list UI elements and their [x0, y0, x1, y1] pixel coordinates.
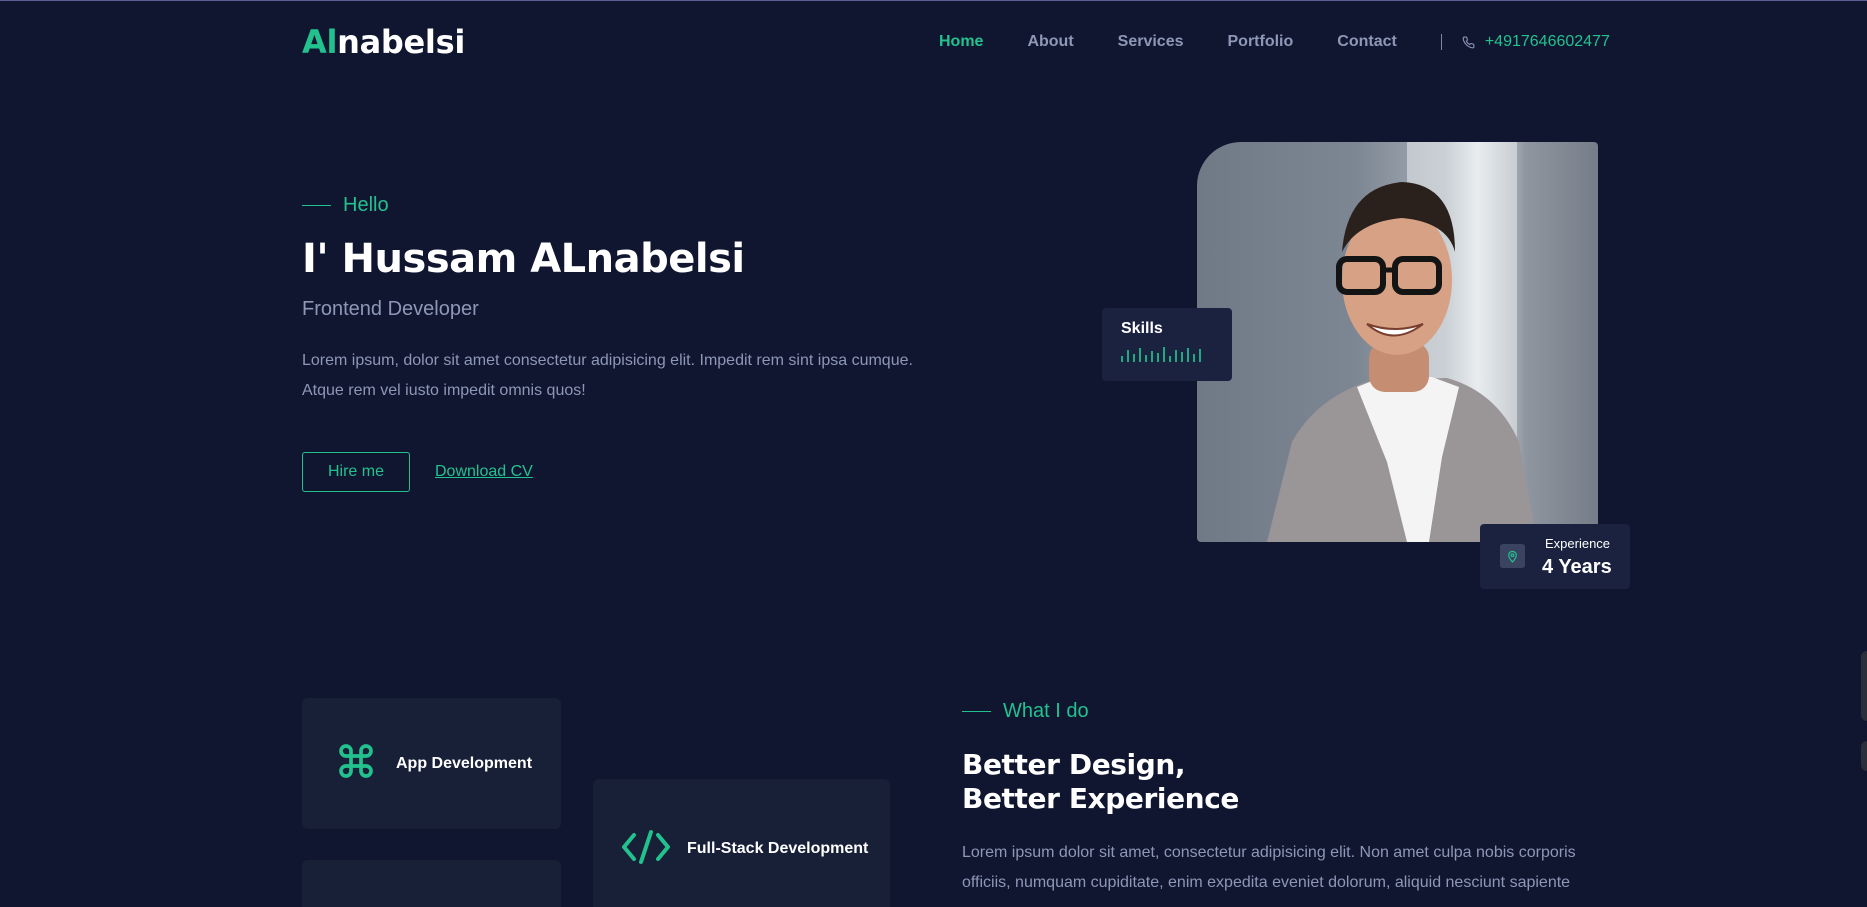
services-eyebrow-text: What I do	[1003, 700, 1089, 722]
nav-contact[interactable]: Contact	[1337, 33, 1397, 51]
logo-accent: Al	[302, 23, 338, 61]
hire-me-button[interactable]: Hire me	[302, 452, 410, 492]
nav-services[interactable]: Services	[1118, 33, 1184, 51]
services-title-line1: Better Design,	[962, 748, 1186, 781]
phone-icon	[1462, 36, 1475, 48]
eyebrow-line	[302, 205, 331, 206]
service-title: App Development	[396, 754, 533, 772]
experience-card: Experience 4 Years	[1480, 524, 1630, 589]
phone-number: +4917646602477	[1484, 33, 1610, 50]
nav-divider	[1440, 34, 1442, 50]
services-eyebrow: What I do	[962, 700, 1089, 723]
command-icon	[336, 741, 376, 786]
hero-role: Frontend Developer	[302, 298, 479, 320]
services-description: Lorem ipsum dolor sit amet, consectetur …	[962, 844, 1576, 891]
code-icon	[621, 829, 671, 870]
nav-about[interactable]: About	[1027, 33, 1073, 51]
service-card-app-development[interactable]: App Development	[302, 698, 561, 829]
nav-phone-link[interactable]: +4917646602477	[1462, 33, 1610, 51]
service-card[interactable]	[302, 860, 561, 907]
service-title: Full-Stack Development	[687, 840, 869, 857]
main-nav: Home About Services Portfolio Contact +4…	[939, 33, 1610, 51]
hero-eyebrow-text: Hello	[343, 194, 389, 216]
eyebrow-line	[962, 711, 991, 712]
site-logo[interactable]: Alnabelsi	[302, 23, 465, 61]
services-title-line2: Better Experience	[962, 782, 1239, 815]
hero-eyebrow: Hello	[302, 194, 389, 217]
skills-card: Skills	[1102, 308, 1232, 381]
experience-caption: Experience	[1545, 536, 1611, 551]
side-widget-tab[interactable]	[1861, 741, 1867, 771]
side-widget-tab[interactable]	[1861, 651, 1867, 721]
audio-bars-icon	[1121, 346, 1213, 362]
location-pin-icon	[1500, 544, 1525, 568]
nav-home[interactable]: Home	[939, 33, 983, 51]
logo-text: nabelsi	[337, 23, 466, 61]
experience-value: 4 Years	[1542, 556, 1612, 578]
service-card-full-stack[interactable]: Full-Stack Development	[593, 779, 890, 907]
hero-title: I' Hussam ALnabelsi	[302, 236, 745, 282]
hero-description: Lorem ipsum, dolor sit amet consectetur …	[302, 352, 913, 399]
services-title: Better Design, Better Experience	[962, 748, 1239, 816]
nav-portfolio[interactable]: Portfolio	[1228, 33, 1294, 51]
profile-photo	[1197, 142, 1598, 542]
skills-label: Skills	[1121, 320, 1163, 337]
download-cv-link[interactable]: Download CV	[435, 463, 533, 481]
